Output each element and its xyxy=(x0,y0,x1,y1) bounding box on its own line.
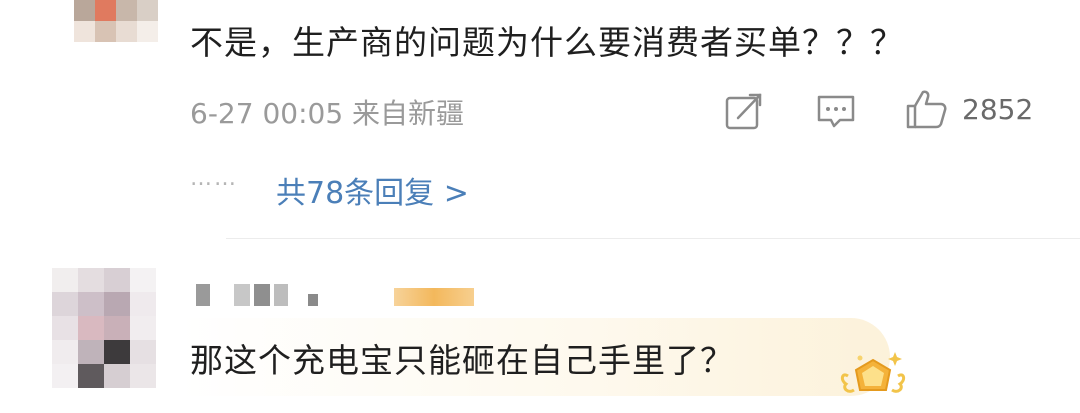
thumbs-up-icon xyxy=(906,90,947,129)
like-count: 2852 xyxy=(962,92,1034,126)
view-replies-link[interactable]: 共78条回复 > xyxy=(276,168,469,212)
avatar[interactable] xyxy=(74,0,158,42)
more-dots: …… xyxy=(190,166,238,191)
crown-medal-icon xyxy=(840,352,906,393)
comment-feed: 不是，生产商的问题为什么要消费者买单？？？ 6-27 00:05 来自新疆 28… xyxy=(0,0,1080,413)
like-button[interactable]: 2852 xyxy=(904,88,1033,130)
comment-meta: 6-27 00:05 来自新疆 xyxy=(190,92,464,132)
divider xyxy=(226,238,1080,239)
comment-bubble-icon[interactable] xyxy=(816,92,856,130)
comment-text: 那这个充电宝只能砸在自己手里了？ xyxy=(190,341,734,380)
share-edit-icon[interactable] xyxy=(724,92,764,130)
comment-date: 6-27 00:05 xyxy=(190,97,344,130)
member-badge xyxy=(394,288,474,306)
avatar[interactable] xyxy=(52,268,156,388)
comment-text: 不是，生产商的问题为什么要消费者买单？？？ xyxy=(190,23,904,62)
comment-location: 来自新疆 xyxy=(352,97,465,130)
